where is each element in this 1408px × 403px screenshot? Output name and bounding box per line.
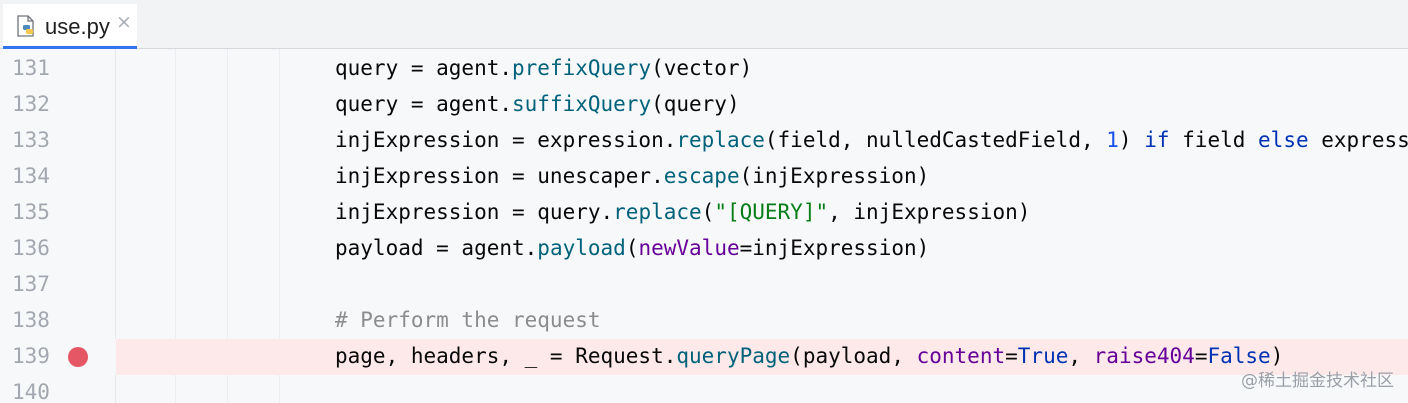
code-text[interactable]: injExpression = query.replace("[QUERY]",…	[335, 200, 1030, 224]
code-token: (payload,	[790, 344, 917, 368]
code-text[interactable]: payload = agent.payload(newValue=injExpr…	[335, 236, 929, 260]
code-token: (field, nulledCastedField,	[764, 128, 1107, 152]
code-token: # Perform the request	[335, 308, 601, 332]
code-token: injExpression = query.	[335, 200, 614, 224]
code-token: escape	[663, 164, 740, 188]
code-token: query = agent.	[335, 56, 513, 80]
line-number: 134	[12, 164, 50, 188]
code-line[interactable]: 131 query = agent.prefixQuery(vector)	[0, 51, 1408, 87]
code-token: (vector)	[651, 56, 753, 80]
code-text[interactable]: query = agent.suffixQuery(query)	[335, 92, 740, 116]
code-token: )	[1118, 128, 1145, 152]
code-token: replace	[613, 200, 702, 224]
code-line[interactable]: 138 # Perform the request	[0, 303, 1408, 339]
line-number: 135	[12, 200, 50, 224]
code-token: else	[1258, 128, 1309, 152]
code-line[interactable]: 134 injExpression = unescaper.escape(injE…	[0, 159, 1408, 195]
code-token: (	[701, 200, 715, 224]
line-number: 138	[12, 308, 50, 332]
code-token: True	[1017, 344, 1069, 368]
line-number: 136	[12, 236, 50, 260]
line-number: 131	[12, 56, 50, 80]
code-text[interactable]: query = agent.prefixQuery(vector)	[335, 56, 752, 80]
code-text[interactable]: page, headers, _ = Request.queryPage(pay…	[335, 344, 1283, 368]
code-line[interactable]: 140	[0, 375, 1408, 403]
watermark: @稀土掘金技术社区	[1241, 371, 1394, 391]
tab-use-py[interactable]: use.py ×	[3, 4, 137, 49]
line-number: 137	[12, 272, 50, 296]
code-line[interactable]: 136 payload = agent.payload(newValue=injE…	[0, 231, 1408, 267]
code-line-breakpoint[interactable]: 139 page, headers, _ = Request.queryPage(…	[0, 339, 1408, 375]
tab-label: use.py	[45, 14, 110, 39]
code-token: (	[625, 236, 639, 260]
line-number: 139	[12, 344, 50, 368]
close-icon[interactable]: ×	[116, 13, 132, 32]
code-token: suffixQuery	[512, 92, 652, 116]
code-line[interactable]: 132 query = agent.suffixQuery(query)	[0, 87, 1408, 123]
code-text[interactable]: injExpression = unescaper.escape(injExpr…	[335, 164, 929, 188]
code-token: =injExpression)	[739, 236, 930, 260]
code-token: raise404	[1093, 344, 1195, 368]
code-line[interactable]: 135 injExpression = query.replace("[QUERY…	[0, 195, 1408, 231]
code-token: payload = agent.	[335, 236, 538, 260]
code-editor[interactable]: 131 query = agent.prefixQuery(vector) 132 q…	[0, 49, 1408, 403]
code-line[interactable]: 137	[0, 267, 1408, 303]
code-line[interactable]: 133 injExpression = expression.replace(fi…	[0, 123, 1408, 159]
code-token: (injExpression)	[739, 164, 930, 188]
code-token: False	[1207, 344, 1271, 368]
python-file-icon	[17, 15, 34, 37]
code-token: =	[1005, 344, 1018, 368]
code-token: replace	[676, 128, 765, 152]
code-token: (query)	[651, 92, 740, 116]
code-token: field	[1169, 128, 1259, 152]
code-token: page, headers, _ = Request.	[335, 344, 677, 368]
code-token: ,	[1068, 344, 1094, 368]
line-number: 133	[12, 128, 50, 152]
code-token: , injExpression)	[828, 200, 1031, 224]
code-token: expression	[1321, 128, 1408, 152]
code-token: injExpression = unescaper.	[335, 164, 664, 188]
code-text[interactable]: # Perform the request	[335, 308, 601, 332]
code-token: "[QUERY]"	[714, 200, 829, 224]
code-token: content	[916, 344, 1006, 368]
code-token: =	[1194, 344, 1208, 368]
editor-tab-bar: use.py ×	[0, 0, 1408, 49]
code-token: injExpression = expression.	[335, 128, 677, 152]
code-token: )	[1270, 344, 1284, 368]
code-token: queryPage	[676, 344, 791, 368]
code-token: query = agent.	[335, 92, 513, 116]
line-number: 132	[12, 92, 50, 116]
code-token: 1	[1106, 128, 1119, 152]
line-number: 140	[12, 380, 50, 403]
code-token: if	[1144, 128, 1170, 152]
code-token: prefixQuery	[512, 56, 652, 80]
code-text[interactable]: injExpression = expression.replace(field…	[335, 128, 1408, 152]
code-token: payload	[537, 236, 626, 260]
breakpoint-icon[interactable]	[68, 347, 88, 367]
code-token: newValue	[638, 236, 740, 260]
